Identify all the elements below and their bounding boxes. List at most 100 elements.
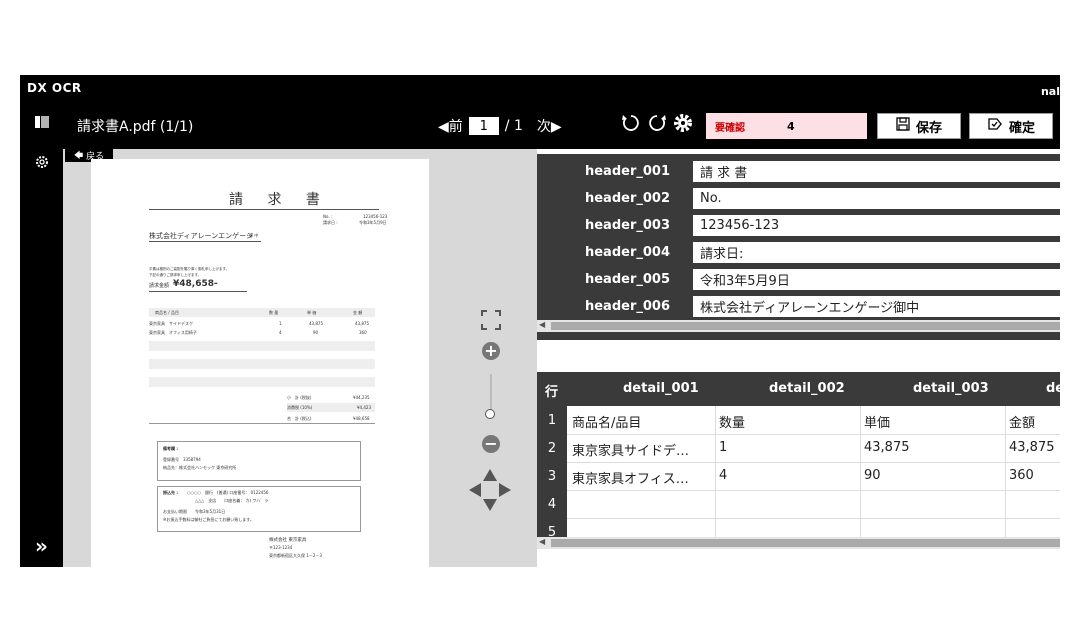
doc-date-label: 請求日 :: [323, 220, 338, 225]
left-rail: »: [20, 102, 63, 567]
needs-review-count: 4: [787, 119, 795, 133]
scrollbar-thumb[interactable]: [551, 539, 1060, 547]
table-cell[interactable]: 商品名/品目: [572, 412, 712, 431]
header-key: header_005: [562, 268, 693, 291]
zoom-slider-handle[interactable]: [485, 409, 495, 419]
header-value-field[interactable]: No.: [693, 188, 1060, 209]
fit-screen-icon[interactable]: [480, 309, 502, 335]
rotate-left-icon[interactable]: [620, 112, 642, 139]
header-key: header_002: [562, 187, 693, 210]
zoom-in-icon[interactable]: +: [482, 342, 500, 360]
gear-icon[interactable]: [672, 112, 694, 139]
doc-grand-label: 合 計 (税込): [287, 416, 312, 421]
pan-arrows-icon[interactable]: [467, 467, 513, 517]
header-value-field[interactable]: 請 求 書: [693, 161, 1060, 182]
header-key: header_001: [562, 160, 693, 183]
doc-date-value: 令和3年5月9日: [359, 220, 387, 225]
brand-logo: DX OCR: [27, 81, 82, 95]
doc-note1: 平素は格別のご高配を賜り厚く御礼申し上げます。: [149, 267, 230, 271]
username[interactable]: nal: [1041, 85, 1060, 98]
header-row: header_002 No.: [562, 187, 1060, 210]
doc-subtotal-value: ¥44,235: [353, 395, 370, 400]
save-icon: [896, 117, 910, 135]
column-header[interactable]: detail_003: [913, 381, 989, 396]
header-key: header_006: [562, 295, 693, 318]
table-cell[interactable]: 4: [719, 468, 859, 483]
doc-total-value: ¥48,658-: [173, 279, 218, 289]
gear-icon[interactable]: [20, 155, 63, 173]
table-row: 1 商品名/品目 数量 単価 金額: [537, 406, 1060, 435]
doc-remarks-line2: 納品先：株式会社ハンモック 東京研究所: [163, 465, 237, 470]
doc-item-1-qty: 1: [279, 321, 282, 326]
file-title: 請求書A.pdf (1/1): [77, 119, 194, 135]
doc-item-2-price: 90: [313, 330, 319, 335]
header-value-field[interactable]: 123456-123: [693, 215, 1060, 236]
table-cell[interactable]: 43,875: [1009, 440, 1060, 455]
row-number: 2: [537, 434, 567, 462]
table-cell[interactable]: 360: [1009, 468, 1060, 483]
doc-item-1-price: 43,875: [309, 321, 323, 326]
table-cell[interactable]: 東京家具オフィス…: [572, 468, 712, 487]
doc-item-2-name: 東京家具 オフィス用椅子: [149, 330, 197, 335]
doc-bank-line2: △△△ 支店 口座名義： カ) ワハ゛ラ: [195, 498, 269, 503]
doc-item-2-qty: 4: [279, 330, 282, 335]
doc-issuer-address: 東京都新宿区大久保 1－2－3: [269, 553, 322, 558]
app-window: DX OCR nal » 請求書A.pdf (1/1) ◀前 / 1 次▶: [20, 75, 1060, 567]
column-header[interactable]: de: [1046, 381, 1060, 396]
top-bar: DX OCR nal: [20, 75, 1060, 102]
table-cell[interactable]: 90: [864, 468, 1004, 483]
doc-grand-value: ¥48,658: [353, 416, 370, 421]
table-cell[interactable]: 数量: [719, 412, 859, 431]
scroll-left-icon[interactable]: ◀: [539, 320, 545, 329]
double-chevron-right-icon[interactable]: »: [20, 534, 63, 558]
pager: ◀前 / 1 次▶: [438, 116, 562, 136]
row-number: 4: [537, 490, 567, 518]
prev-page-button[interactable]: ◀前: [438, 116, 463, 136]
table-row: 4: [537, 490, 1060, 519]
row-number: 1: [537, 406, 567, 434]
zoom-out-icon[interactable]: −: [482, 435, 500, 453]
rotate-right-icon[interactable]: [646, 112, 668, 139]
scrollbar-thumb[interactable]: [551, 322, 1060, 330]
row-number: 3: [537, 462, 567, 490]
save-button[interactable]: 保存: [877, 113, 961, 139]
doc-tax-label: 消費税 (10%): [287, 405, 313, 410]
detail-table-header: 行 detail_001 detail_002 detail_003 de: [537, 372, 1060, 406]
doc-col-qty: 数 量: [269, 310, 279, 315]
next-page-button[interactable]: 次▶: [537, 116, 562, 136]
header-value-field[interactable]: 株式会社ディアレーンエンゲージ御中: [693, 296, 1060, 317]
table-cell[interactable]: 単価: [864, 412, 1004, 431]
page-number-input[interactable]: [468, 117, 499, 135]
doc-no-value: 123456-123: [363, 214, 388, 219]
doc-total-label: 請求金額: [149, 283, 170, 289]
column-header[interactable]: detail_001: [623, 381, 699, 396]
table-cell[interactable]: 東京家具サイドデ…: [572, 440, 712, 459]
table-cell[interactable]: 1: [719, 440, 859, 455]
row-number-header: 行: [545, 385, 559, 400]
document-viewer[interactable]: 🡄 戻る 請 求 書 No. : 123456-123 請求日 : 令和3年5月…: [63, 149, 537, 567]
column-header[interactable]: detail_002: [769, 381, 845, 396]
table-cell[interactable]: 金額: [1009, 412, 1060, 431]
doc-note2: 下記の通りご請求申し上げます。: [149, 273, 202, 277]
doc-bank-line1: ○○○○ 銀行 (普通) 口座番号： 0122456: [187, 490, 269, 495]
scroll-left-icon[interactable]: ◀: [539, 537, 545, 546]
doc-item-1-amount: 43,875: [355, 321, 369, 326]
doc-col-price: 単 価: [307, 310, 317, 315]
detail-horizontal-scrollbar[interactable]: ◀: [537, 537, 1060, 549]
panel-icon[interactable]: [20, 116, 63, 132]
doc-no-label: No. :: [323, 214, 333, 219]
document-page: 請 求 書 No. : 123456-123 請求日 : 令和3年5月9日 株式…: [91, 159, 429, 567]
header-value-field[interactable]: 令和3年5月9日: [693, 269, 1060, 290]
doc-bank-label: 振込先 :: [163, 490, 178, 495]
header-row: header_005 令和3年5月9日: [562, 268, 1060, 291]
confirm-label: 確定: [1008, 120, 1035, 136]
table-row: 2 東京家具サイドデ… 1 43,875 43,875: [537, 434, 1060, 463]
header-fields-table: header_001 請 求 書 header_002 No. header_0…: [537, 154, 1060, 340]
doc-issuer-zip: 〒123-1234: [269, 545, 293, 550]
header-horizontal-scrollbar[interactable]: ◀: [537, 320, 1060, 332]
table-cell[interactable]: 43,875: [864, 440, 1004, 455]
doc-due-line: お支払い期限 令和3年5月31日: [163, 509, 226, 514]
header-value-field[interactable]: 請求日:: [693, 242, 1060, 263]
doc-tax-value: ¥4,423: [357, 405, 371, 410]
confirm-button[interactable]: 確定: [969, 113, 1053, 139]
